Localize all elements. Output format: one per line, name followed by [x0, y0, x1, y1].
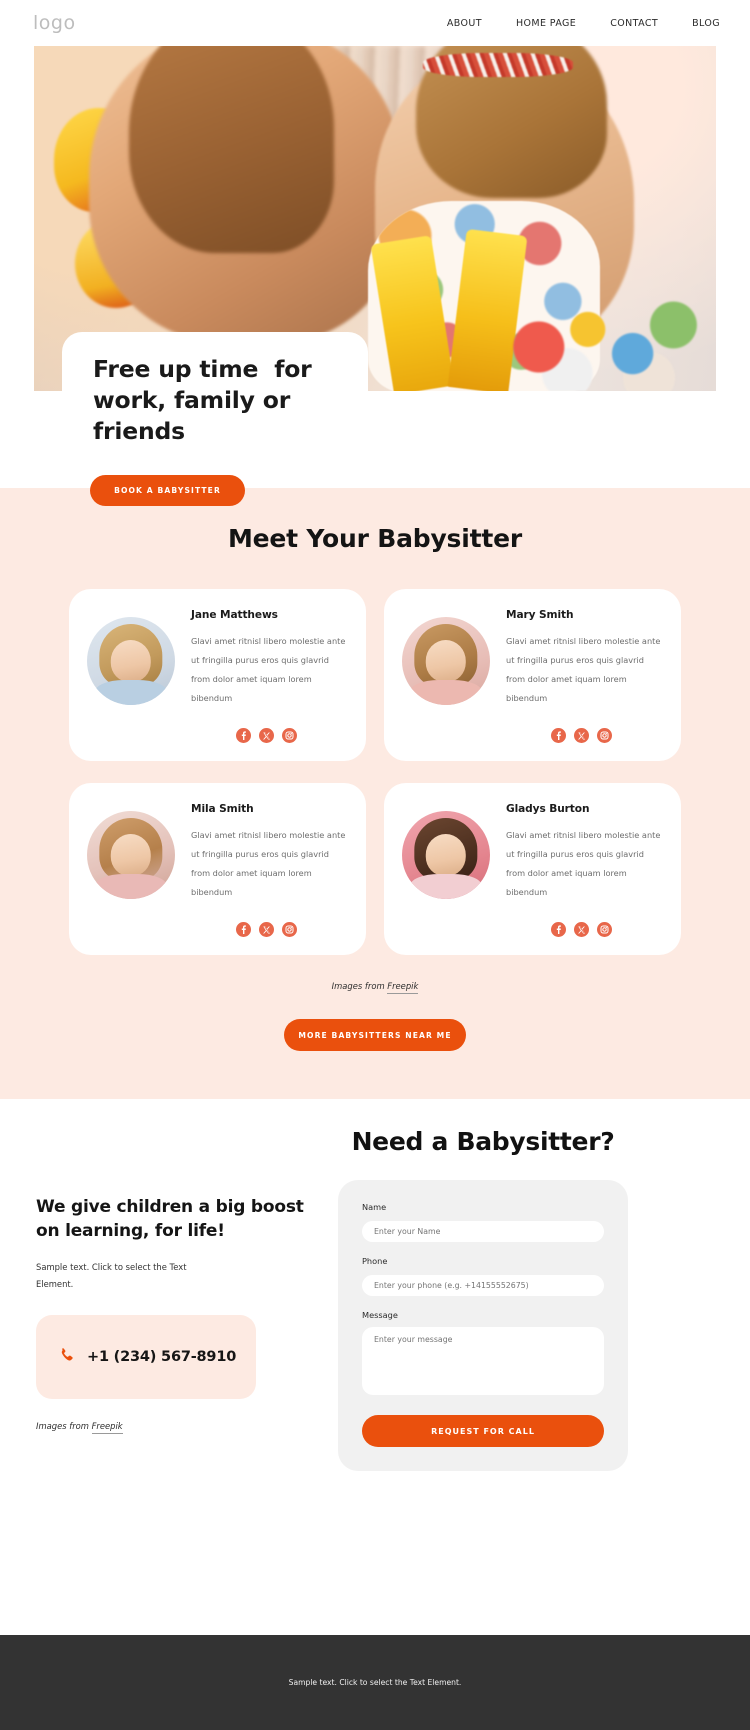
instagram-icon[interactable]: [597, 728, 612, 743]
babysitter-name: Gladys Burton: [506, 803, 590, 815]
avatar-body: [94, 874, 168, 899]
avatar: [402, 811, 490, 899]
avatar: [87, 811, 175, 899]
babysitter-description: Glavi amet ritnisl libero molestie ante …: [191, 636, 346, 703]
avatar-face: [110, 639, 152, 683]
book-a-babysitter-button[interactable]: BOOK A BABYSITTER: [90, 475, 245, 506]
babysitter-card-grid: Jane Matthews Glavi amet ritnisl libero …: [69, 589, 681, 955]
instagram-icon[interactable]: [282, 728, 297, 743]
babysitter-name: Mary Smith: [506, 609, 574, 621]
contact-left-title: We give children a big boost on learning…: [36, 1197, 304, 1241]
instagram-icon[interactable]: [282, 922, 297, 937]
babysitter-name: Mila Smith: [191, 803, 254, 815]
avatar-body: [409, 874, 483, 899]
message-label: Message: [362, 1310, 398, 1320]
logo[interactable]: logo: [33, 12, 76, 34]
meet-section-title: Meet Your Babysitter: [227, 524, 522, 553]
site-header: logo ABOUT HOME PAGE CONTACT BLOG: [0, 0, 750, 46]
contact-credit-prefix: Images from: [36, 1421, 92, 1431]
more-babysitters-button[interactable]: MORE BABYSITTERS NEAR ME: [284, 1019, 466, 1051]
hero-photo-mother-hair: [129, 46, 335, 253]
name-input[interactable]: [362, 1221, 604, 1242]
hero-title-card: Free up time for work, family or friends: [62, 332, 368, 455]
avatar-face: [425, 833, 467, 877]
instagram-icon[interactable]: [597, 922, 612, 937]
facebook-icon[interactable]: [236, 728, 251, 743]
contact-image-credit: Images from Freepik: [36, 1421, 316, 1434]
meet-image-credit: Images from Freepik: [0, 981, 750, 994]
main-navigation: ABOUT HOME PAGE CONTACT BLOG: [447, 18, 720, 29]
babysitter-card: Gladys Burton Glavi amet ritnisl libero …: [384, 783, 681, 955]
phone-number: +1 (234) 567-8910: [87, 1349, 237, 1365]
nav-item-blog[interactable]: BLOG: [692, 18, 720, 29]
social-links: [236, 728, 297, 743]
site-footer: Sample text. Click to select the Text El…: [0, 1635, 750, 1730]
phone-label: Phone: [362, 1256, 388, 1266]
x-twitter-icon[interactable]: [574, 728, 589, 743]
x-twitter-icon[interactable]: [259, 728, 274, 743]
nav-item-contact[interactable]: CONTACT: [610, 18, 658, 29]
meet-credit-prefix: Images from: [331, 981, 388, 991]
social-links: [551, 728, 612, 743]
hero-section: Free up time for work, family or friends…: [0, 46, 750, 506]
phone-icon: [59, 1347, 76, 1368]
x-twitter-icon[interactable]: [574, 922, 589, 937]
hero-title: Free up time for work, family or friends: [93, 355, 320, 445]
phone-box[interactable]: +1 (234) 567-8910: [36, 1315, 256, 1399]
social-links: [236, 922, 297, 937]
avatar: [402, 617, 490, 705]
contact-left-column: We give children a big boost on learning…: [36, 1195, 316, 1434]
contact-section: We give children a big boost on learning…: [0, 1099, 750, 1499]
freepik-link[interactable]: Freepik: [387, 981, 419, 994]
contact-form-column: Need a Babysitter? Name Phone Message RE…: [338, 1127, 628, 1471]
avatar-body: [409, 680, 483, 705]
avatar-face: [425, 639, 467, 683]
avatar: [87, 617, 175, 705]
request-for-call-button[interactable]: REQUEST FOR CALL: [362, 1415, 604, 1447]
babysitter-card: Jane Matthews Glavi amet ritnisl libero …: [69, 589, 366, 761]
babysitter-description: Glavi amet ritnisl libero molestie ante …: [506, 830, 661, 897]
social-links: [551, 922, 612, 937]
hero-photo-balls: [497, 280, 703, 391]
contact-left-subtext: Sample text. Click to select the Text El…: [36, 1262, 187, 1289]
nav-item-home-page[interactable]: HOME PAGE: [516, 18, 576, 29]
avatar-body: [94, 680, 168, 705]
freepik-link[interactable]: Freepik: [91, 1421, 123, 1434]
message-input[interactable]: [362, 1327, 604, 1395]
nav-item-about[interactable]: ABOUT: [447, 18, 482, 29]
footer-text: Sample text. Click to select the Text El…: [288, 1678, 462, 1687]
babysitter-name: Jane Matthews: [191, 609, 278, 621]
meet-babysitter-section: Meet Your Babysitter Jane Matthews Glavi…: [0, 488, 750, 1099]
babysitter-description: Glavi amet ritnisl libero molestie ante …: [191, 830, 346, 897]
facebook-icon[interactable]: [551, 922, 566, 937]
x-twitter-icon[interactable]: [259, 922, 274, 937]
hero-photo-headband: [422, 52, 573, 78]
contact-form-title: Need a Babysitter?: [351, 1127, 615, 1156]
phone-input[interactable]: [362, 1275, 604, 1296]
name-label: Name: [362, 1202, 387, 1212]
avatar-face: [110, 833, 152, 877]
babysitter-card: Mary Smith Glavi amet ritnisl libero mol…: [384, 589, 681, 761]
contact-form: Name Phone Message REQUEST FOR CALL: [338, 1180, 628, 1471]
facebook-icon[interactable]: [236, 922, 251, 937]
babysitter-card: Mila Smith Glavi amet ritnisl libero mol…: [69, 783, 366, 955]
babysitter-description: Glavi amet ritnisl libero molestie ante …: [506, 636, 661, 703]
facebook-icon[interactable]: [551, 728, 566, 743]
